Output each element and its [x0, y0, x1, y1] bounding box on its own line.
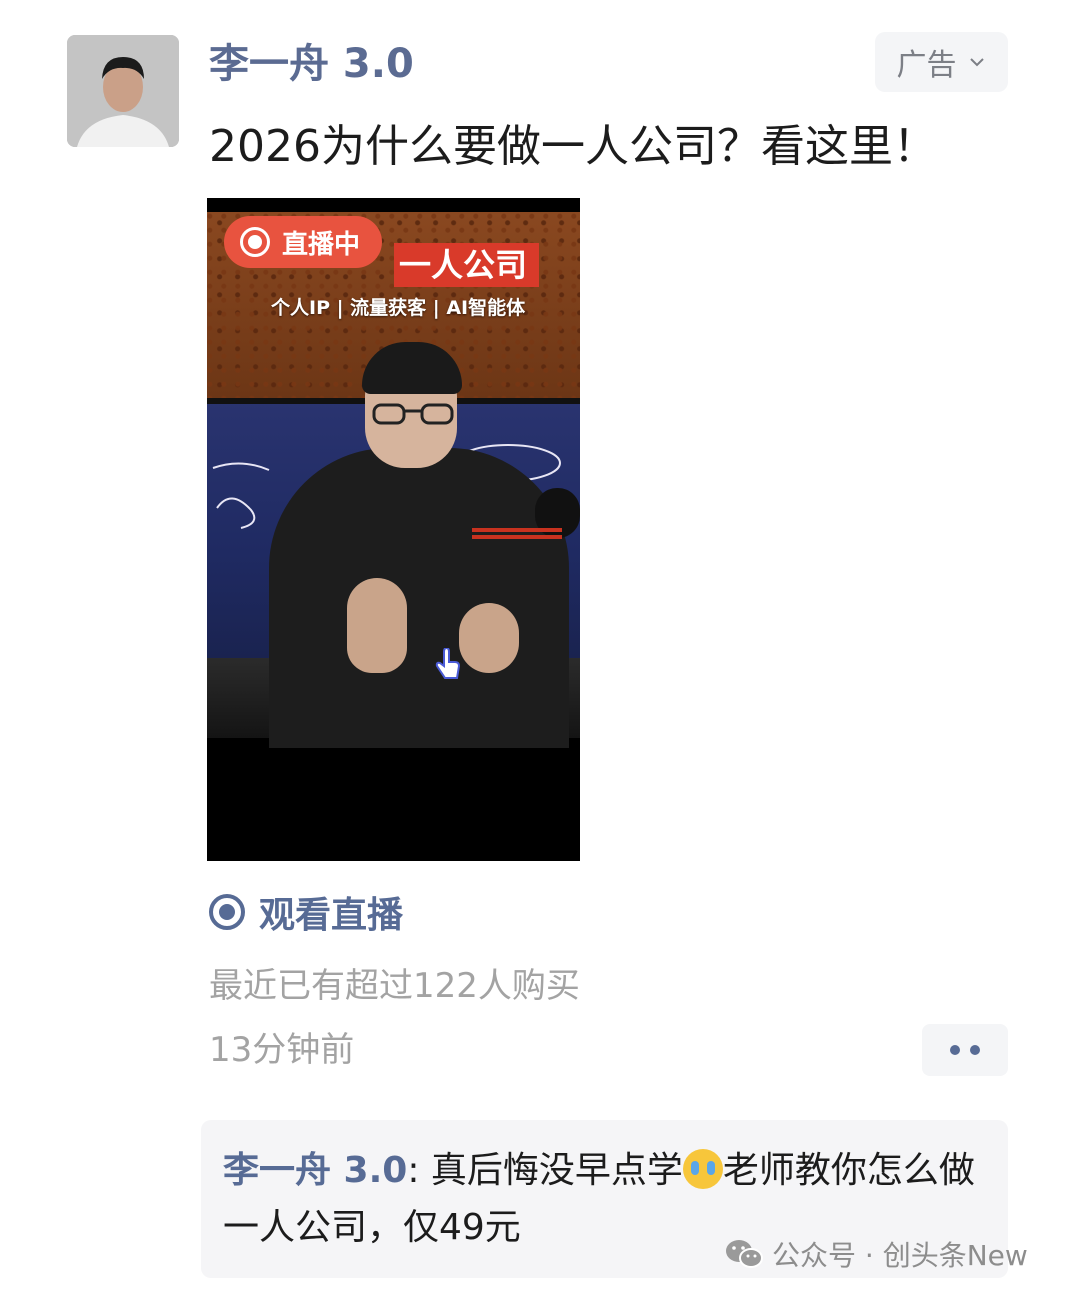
comment-author[interactable]: 李一舟 3.0 — [223, 1150, 407, 1191]
video-headline: 一人公司 — [399, 246, 528, 284]
more-button[interactable] — [922, 1024, 1008, 1076]
more-dots-icon — [950, 1045, 960, 1055]
video-bottom — [207, 738, 580, 861]
board-scribble — [212, 462, 270, 529]
video-subline: 个人IP | 流量获客 | AI智能体 — [271, 297, 526, 319]
presenter-info-card — [472, 528, 562, 542]
ad-label: 广告 — [896, 48, 957, 83]
live-radio-icon — [209, 894, 245, 930]
avatar-portrait — [67, 35, 179, 147]
live-video-preview[interactable]: 一人公司 个人IP | 流量获客 | AI智能体 直播中 — [207, 198, 580, 861]
watermark: 公众号 · 创头条New — [724, 1234, 1028, 1274]
post-title[interactable]: 2026为什么要做一人公司？看这里！ — [209, 116, 937, 178]
crying-face-emoji — [682, 1149, 723, 1189]
chevron-down-icon — [969, 58, 984, 67]
more-dots-icon — [970, 1045, 980, 1055]
watch-live-link[interactable]: 观看直播 — [209, 886, 403, 938]
info-tag — [472, 528, 562, 532]
timestamp: 13分钟前 — [209, 1030, 355, 1070]
presenter-hand — [459, 603, 519, 673]
presenter-hand — [347, 578, 407, 673]
avatar[interactable] — [67, 35, 179, 147]
info-tag — [472, 535, 562, 539]
live-badge: 直播中 — [224, 216, 383, 268]
ad-menu-button[interactable]: 广告 — [875, 32, 1008, 92]
wechat-icon — [726, 1240, 763, 1268]
live-badge-label: 直播中 — [282, 229, 361, 260]
tap-hand-icon — [435, 648, 461, 679]
live-icon — [240, 227, 270, 257]
presenter-hoodie — [269, 448, 569, 748]
watermark-text: 公众号 · 创头条New — [772, 1239, 1028, 1272]
watch-live-label: 观看直播 — [259, 895, 404, 936]
comment-body-start: : 真后悔没早点学 — [407, 1150, 683, 1191]
glasses — [372, 403, 454, 425]
ad-post: 李一舟 3.0 广告 2026为什么要做一人公司？看这里！ 一人公司 个人IP … — [0, 0, 1080, 1298]
purchase-note: 最近已有超过122人购买 — [209, 966, 580, 1006]
author-name[interactable]: 李一舟 3.0 — [209, 36, 414, 92]
